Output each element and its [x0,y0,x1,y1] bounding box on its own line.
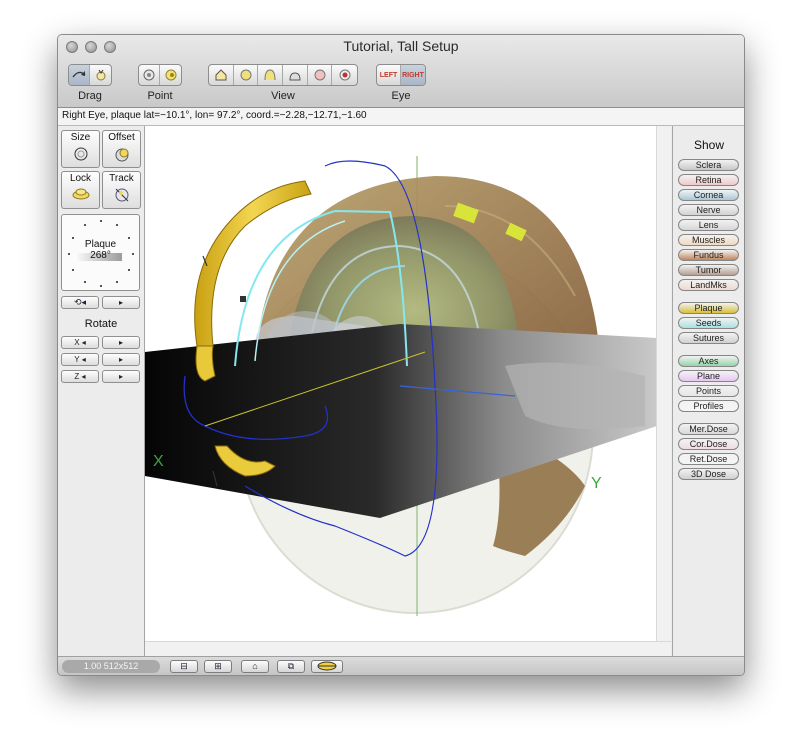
left-control-panel: Size Offset Lock Track Plaque 268° ⟲◂ ▸ … [58,126,145,656]
left-eye-button[interactable]: LEFT [377,65,401,85]
rotate-ccw-icon: ⟲◂ [73,297,87,307]
plaque-dial-label: Plaque [84,239,117,250]
eye-label: Eye [391,90,411,102]
show-fundus-button[interactable]: Fundus [678,249,739,261]
rotate-label: Rotate [84,318,118,330]
offset-icon [103,145,140,166]
show-profiles-button[interactable]: Profiles [678,400,739,412]
show-retina-button[interactable]: Retina [678,174,739,186]
rotate-x-forward-button[interactable]: ▸ [102,336,140,349]
rotate-z-forward-button[interactable]: ▸ [102,370,140,383]
show-ret-dose-button[interactable]: Ret.Dose [678,453,739,465]
zoom-readout: 1.00 512x512 [62,660,160,673]
plaque-angle-value: 268° [90,250,111,261]
plaque-button[interactable] [311,660,343,673]
window-title: Tutorial, Tall Setup [343,38,459,54]
zoom-out-icon: ⊟ [180,661,188,671]
point-plaque-icon[interactable] [160,65,181,85]
step-back-icon: ◂ [79,372,86,381]
fit-button[interactable]: ⧉ [277,660,305,673]
pan-hand-icon[interactable] [90,65,111,85]
rotate-ccw-button[interactable]: ⟲◂ [61,296,99,309]
show-sclera-button[interactable]: Sclera [678,159,739,171]
show-lens-button[interactable]: Lens [678,219,739,231]
lock-label: Lock [69,173,92,184]
point-label: Point [147,90,173,102]
offset-button[interactable]: Offset [102,130,141,168]
show-cor-dose-button[interactable]: Cor.Dose [678,438,739,450]
size-label: Size [70,132,91,143]
rotate-z-back-button[interactable]: Z ◂ [61,370,99,383]
show-plaque-button[interactable]: Plaque [678,302,739,314]
home-icon: ⌂ [252,661,258,671]
show-muscles-button[interactable]: Muscles [678,234,739,246]
view-eye-target-icon[interactable] [332,65,357,85]
step-back-icon: ◂ [79,338,86,347]
eye-toolgroup: LEFT RIGHT [376,64,426,86]
offset-label: Offset [108,132,135,143]
point-eye-icon[interactable] [139,65,160,85]
axis-x-marker: X [153,453,164,470]
drag-label: Drag [78,90,102,102]
show-sutures-button[interactable]: Sutures [678,332,739,344]
titlebar: Tutorial, Tall Setup Drag Point View LEF… [58,35,744,108]
status-text: Right Eye, plaque lat=−10.1°, lon= 97.2°… [62,110,367,121]
play-icon: ▸ [118,298,123,307]
show-seeds-button[interactable]: Seeds [678,317,739,329]
home-button[interactable]: ⌂ [241,660,269,673]
view-home-icon[interactable] [209,65,234,85]
view-eye-flat-icon[interactable] [283,65,308,85]
show-title: Show [693,138,725,152]
bottom-bar: 1.00 512x512 ⊟ ⊞ ⌂ ⧉ [58,656,744,675]
view-eye-front-icon[interactable] [234,65,259,85]
step-back-icon: ◂ [79,355,86,364]
lock-button[interactable]: Lock [61,171,100,209]
status-bar: Right Eye, plaque lat=−10.1°, lon= 97.2°… [58,108,744,126]
rotate-drag-icon[interactable] [69,65,90,85]
view-eye-pink-icon[interactable] [308,65,333,85]
show-tumor-button[interactable]: Tumor [678,264,739,276]
app-window: Tutorial, Tall Setup Drag Point View LEF… [57,34,745,676]
step-forward-icon: ▸ [118,372,123,381]
track-label: Track [109,173,134,184]
show-mer-dose-button[interactable]: Mer.Dose [678,423,739,435]
size-button[interactable]: Size [61,130,100,168]
plaque-icon [317,661,337,671]
viewport-vertical-scrollbar[interactable] [656,126,671,656]
eye-3d-render: X Y [145,156,657,616]
view-label: View [271,90,295,102]
rotate-cw-button[interactable]: ▸ [102,296,140,309]
right-eye-button[interactable]: RIGHT [401,65,425,85]
rotate-y-back-button[interactable]: Y ◂ [61,353,99,366]
show-panel: Show Sclera Retina Cornea Nerve Lens Muscles F… [672,126,744,656]
show-cornea-button[interactable]: Cornea [678,189,739,201]
viewport-horizontal-scrollbar[interactable] [145,641,671,656]
show-3d-dose-button[interactable]: 3D Dose [678,468,739,480]
step-forward-icon: ▸ [118,338,123,347]
eye-3d-viewport[interactable]: X Y [145,126,671,656]
zoom-out-button[interactable]: ⊟ [170,660,198,673]
view-eye-side-icon[interactable] [258,65,284,85]
lock-icon [62,186,99,205]
show-points-button[interactable]: Points [678,385,739,397]
zoom-in-icon: ⊞ [214,661,222,671]
show-plane-button[interactable]: Plane [678,370,739,382]
axis-y-marker: Y [591,475,602,492]
plaque-rotation-dial[interactable]: Plaque 268° [61,214,140,291]
size-icon [62,145,99,166]
drag-toolgroup [68,64,112,86]
show-landmks-button[interactable]: LandMks [678,279,739,291]
rotate-x-back-button[interactable]: X ◂ [61,336,99,349]
point-toolgroup [138,64,182,86]
show-axes-button[interactable]: Axes [678,355,739,367]
fit-icon: ⧉ [287,661,295,671]
step-forward-icon: ▸ [118,355,123,364]
track-icon [103,186,140,207]
show-nerve-button[interactable]: Nerve [678,204,739,216]
zoom-in-button[interactable]: ⊞ [204,660,232,673]
track-button[interactable]: Track [102,171,141,209]
rotate-y-forward-button[interactable]: ▸ [102,353,140,366]
view-toolgroup [208,64,358,86]
